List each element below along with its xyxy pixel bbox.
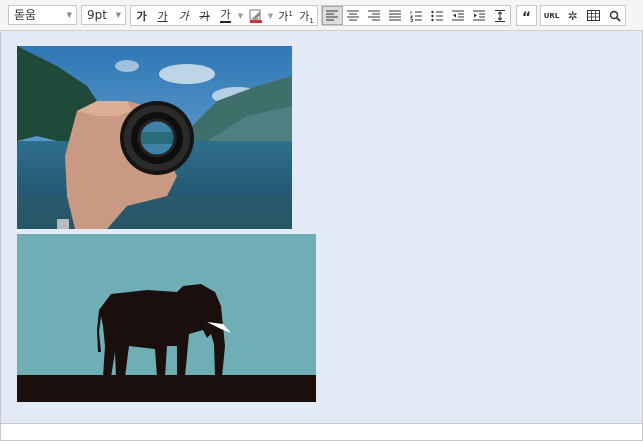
editor-status-bar bbox=[0, 424, 643, 441]
superscript-button[interactable]: 가1 bbox=[275, 6, 296, 25]
font-color-icon: 가 bbox=[220, 7, 231, 23]
insert-link-button[interactable]: URL bbox=[541, 6, 562, 25]
bold-icon: 가 bbox=[136, 9, 147, 23]
editor-content-area[interactable] bbox=[0, 31, 643, 424]
find-button[interactable] bbox=[604, 6, 625, 25]
italic-button[interactable]: 가 bbox=[173, 6, 194, 25]
align-center-button[interactable] bbox=[343, 6, 364, 25]
elephant-silhouette[interactable] bbox=[17, 234, 316, 402]
text-format-group: 가 가 가 가 가 ▼ ▼ 가1 가1 bbox=[130, 5, 318, 26]
bold-button[interactable]: 가 bbox=[131, 6, 152, 25]
font-color-button[interactable]: 가 bbox=[215, 6, 236, 25]
line-height-icon bbox=[494, 9, 505, 22]
font-family-value: 돋움 bbox=[14, 8, 37, 22]
align-right-icon bbox=[368, 10, 381, 21]
blockquote-button[interactable]: “ bbox=[517, 6, 536, 25]
indent-icon bbox=[472, 10, 485, 21]
align-left-icon bbox=[326, 10, 339, 21]
special-character-icon: ✲ bbox=[567, 8, 578, 23]
highlighter-icon bbox=[249, 9, 262, 23]
quote-group: “ bbox=[516, 5, 537, 26]
url-icon: URL bbox=[543, 11, 560, 20]
subscript-icon: 가1 bbox=[299, 9, 314, 25]
search-icon bbox=[609, 10, 621, 22]
editor-toolbar: 돋움 ▼ 9pt ▼ 가 가 가 가 가 ▼ ▼ 가1 가1 “ URL ✲ bbox=[0, 0, 643, 31]
bullet-list-icon bbox=[431, 10, 443, 21]
align-justify-icon bbox=[389, 10, 402, 21]
strikethrough-icon: 가 bbox=[199, 9, 210, 23]
outdent-icon bbox=[451, 10, 464, 21]
font-size-select[interactable]: 9pt ▼ bbox=[81, 5, 126, 25]
numbered-list-icon bbox=[410, 10, 422, 22]
table-icon bbox=[587, 10, 600, 21]
insert-group: URL ✲ bbox=[540, 5, 626, 26]
chevron-down-icon: ▼ bbox=[115, 11, 121, 19]
align-left-button[interactable] bbox=[322, 6, 343, 25]
highlight-button[interactable] bbox=[245, 6, 266, 25]
paragraph-group bbox=[321, 5, 511, 26]
font-family-select[interactable]: 돋움 ▼ bbox=[8, 5, 77, 25]
superscript-icon: 가1 bbox=[278, 9, 293, 23]
indent-button[interactable] bbox=[468, 6, 489, 25]
outdent-button[interactable] bbox=[447, 6, 468, 25]
numbered-list-button[interactable] bbox=[406, 6, 427, 25]
quote-icon: “ bbox=[521, 9, 532, 26]
insert-table-button[interactable] bbox=[583, 6, 604, 25]
lens-photo[interactable] bbox=[17, 46, 292, 229]
subscript-button[interactable]: 가1 bbox=[296, 6, 317, 25]
font-size-value: 9pt bbox=[87, 8, 107, 22]
italic-icon: 가 bbox=[178, 9, 189, 23]
special-character-button[interactable]: ✲ bbox=[562, 6, 583, 25]
highlight-dropdown[interactable]: ▼ bbox=[266, 6, 275, 25]
bullet-list-button[interactable] bbox=[426, 6, 447, 25]
underline-button[interactable]: 가 bbox=[152, 6, 173, 25]
strikethrough-button[interactable]: 가 bbox=[194, 6, 215, 25]
font-color-dropdown[interactable]: ▼ bbox=[236, 6, 245, 25]
underline-icon: 가 bbox=[157, 9, 168, 23]
align-right-button[interactable] bbox=[364, 6, 385, 25]
align-center-icon bbox=[347, 10, 360, 21]
chevron-down-icon: ▼ bbox=[66, 11, 72, 19]
align-justify-button[interactable] bbox=[385, 6, 406, 25]
line-height-button[interactable] bbox=[489, 6, 510, 25]
